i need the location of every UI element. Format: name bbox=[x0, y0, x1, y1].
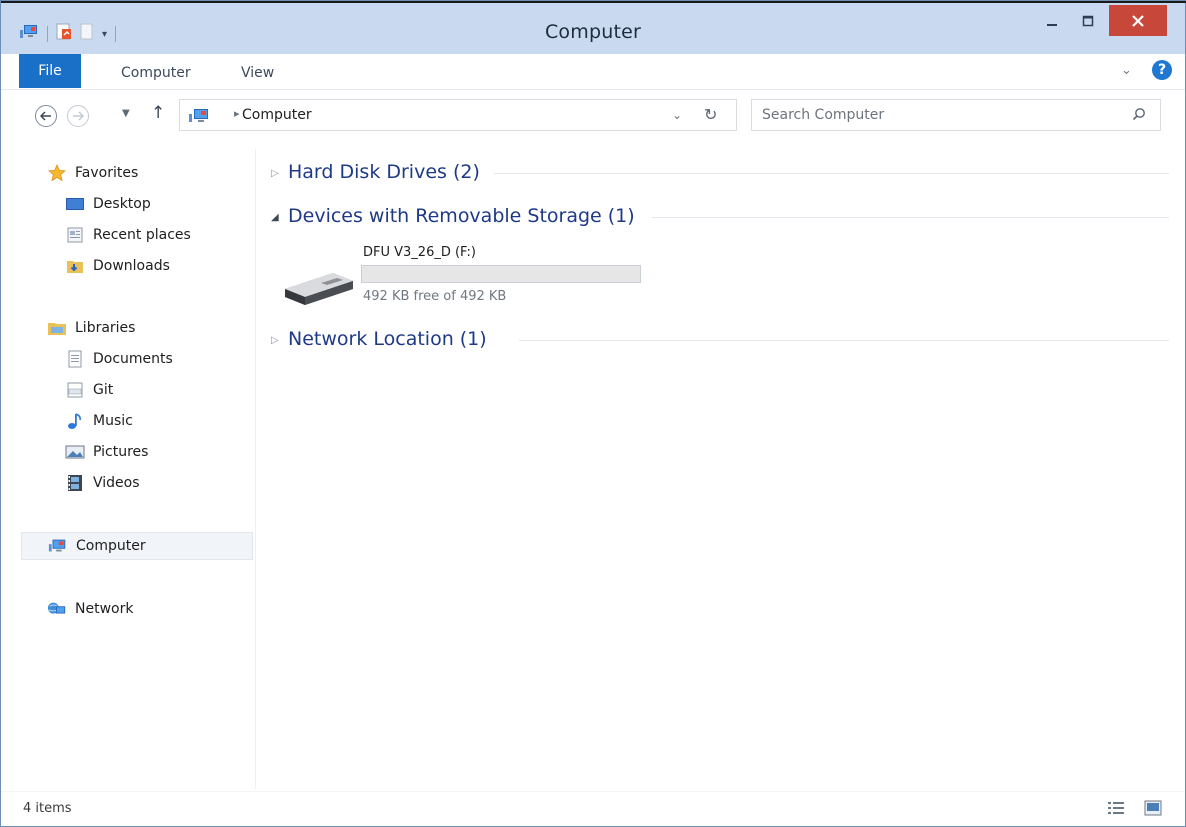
group-divider bbox=[494, 173, 1169, 174]
sidebar-item-label: Desktop bbox=[93, 196, 151, 212]
sidebar-item-downloads[interactable]: Downloads bbox=[65, 252, 170, 280]
sidebar-item-label: Documents bbox=[93, 351, 173, 367]
sidebar-item-label: Recent places bbox=[93, 227, 191, 243]
up-arrow-icon[interactable]: ↑ bbox=[151, 103, 165, 123]
documents-icon bbox=[65, 350, 85, 368]
back-button[interactable] bbox=[35, 105, 57, 127]
search-input[interactable] bbox=[762, 105, 1112, 125]
minimize-icon bbox=[1047, 23, 1057, 26]
tab-view[interactable]: View bbox=[241, 59, 274, 88]
large-icons-view-icon[interactable] bbox=[1144, 800, 1162, 820]
group-hard-disk-drives[interactable]: ▷ Hard Disk Drives (2) bbox=[257, 159, 1169, 189]
sidebar-item-videos[interactable]: Videos bbox=[65, 469, 140, 497]
tab-file[interactable]: File bbox=[19, 54, 81, 88]
sidebar-item-favorites[interactable]: Favorites bbox=[47, 159, 138, 187]
group-network-location[interactable]: ▷ Network Location (1) bbox=[257, 326, 1169, 356]
ribbon: File Computer View ⌄ ? bbox=[1, 54, 1185, 90]
sidebar-item-network[interactable]: Network bbox=[47, 595, 133, 623]
pictures-icon bbox=[65, 443, 85, 461]
sidebar-item-label: Music bbox=[93, 413, 133, 429]
breadcrumb-computer[interactable]: Computer bbox=[242, 107, 312, 123]
group-removable-storage[interactable]: ◢ Devices with Removable Storage (1) bbox=[257, 203, 1169, 233]
sidebar-item-label: Computer bbox=[76, 538, 146, 554]
close-button[interactable] bbox=[1109, 5, 1167, 36]
recent-locations-chevron-icon[interactable]: ▼ bbox=[122, 108, 130, 119]
drive-item[interactable]: DFU V3_26_D (F:) 492 KB free of 492 KB bbox=[281, 245, 661, 315]
status-bar: 4 items bbox=[1, 791, 1185, 826]
recent-places-icon bbox=[65, 226, 85, 244]
refresh-icon[interactable]: ↻ bbox=[704, 105, 717, 124]
navigation-pane: Favorites Desktop Recent places Download… bbox=[1, 149, 256, 789]
explorer-window: ▾ Computer File Computer View ⌄ ? ▼ ↑ ▸ … bbox=[0, 0, 1186, 827]
git-library-icon bbox=[65, 381, 85, 399]
tab-computer[interactable]: Computer bbox=[121, 59, 191, 88]
sidebar-item-libraries[interactable]: Libraries bbox=[47, 314, 135, 342]
group-title[interactable]: Network Location (1) bbox=[288, 328, 487, 350]
collapsed-chevron-icon[interactable]: ▷ bbox=[271, 168, 279, 179]
network-icon bbox=[47, 600, 67, 618]
forward-button[interactable] bbox=[67, 105, 89, 127]
back-arrow-icon bbox=[39, 111, 51, 121]
window-title: Computer bbox=[544, 21, 642, 43]
drive-name: DFU V3_26_D (F:) bbox=[363, 245, 476, 260]
removable-drive-icon bbox=[281, 267, 355, 313]
group-title[interactable]: Devices with Removable Storage (1) bbox=[288, 205, 635, 227]
sidebar-item-documents[interactable]: Documents bbox=[65, 345, 173, 373]
sidebar-item-recent-places[interactable]: Recent places bbox=[65, 221, 191, 249]
search-icon[interactable] bbox=[1132, 107, 1146, 125]
navigation-bar: ▼ ↑ ▸ Computer ⌄ ↻ bbox=[1, 93, 1185, 137]
address-bar[interactable]: ▸ Computer ⌄ ↻ bbox=[179, 99, 737, 131]
videos-icon bbox=[65, 474, 85, 492]
sidebar-item-pictures[interactable]: Pictures bbox=[65, 438, 148, 466]
drive-free-space: 492 KB free of 492 KB bbox=[363, 289, 507, 304]
close-icon bbox=[1132, 14, 1144, 27]
maximize-button[interactable] bbox=[1071, 5, 1105, 36]
computer-icon bbox=[48, 537, 68, 555]
forward-arrow-icon bbox=[73, 111, 85, 121]
sidebar-item-music[interactable]: Music bbox=[65, 407, 133, 435]
help-icon[interactable]: ? bbox=[1152, 60, 1172, 80]
search-box[interactable] bbox=[751, 99, 1161, 131]
content-pane: ▷ Hard Disk Drives (2) ◢ Devices with Re… bbox=[257, 149, 1185, 789]
group-divider bbox=[519, 340, 1169, 341]
computer-icon bbox=[188, 108, 214, 128]
details-view-icon[interactable] bbox=[1107, 800, 1125, 820]
sidebar-item-label: Videos bbox=[93, 475, 140, 491]
sidebar-item-label: Favorites bbox=[75, 165, 139, 181]
address-history-chevron-icon[interactable]: ⌄ bbox=[672, 108, 682, 122]
maximize-icon bbox=[1082, 15, 1094, 26]
libraries-icon bbox=[47, 319, 67, 337]
title-bar: ▾ Computer bbox=[1, 3, 1185, 54]
minimize-button[interactable] bbox=[1035, 5, 1069, 36]
expand-ribbon-chevron-icon[interactable]: ⌄ bbox=[1121, 63, 1132, 78]
group-divider bbox=[652, 217, 1169, 218]
desktop-icon bbox=[65, 195, 85, 213]
star-icon bbox=[47, 164, 67, 182]
sidebar-item-label: Downloads bbox=[93, 258, 170, 274]
sidebar-item-label: Libraries bbox=[75, 320, 136, 336]
sidebar-item-label: Git bbox=[93, 382, 114, 398]
drive-usage-bar bbox=[361, 265, 641, 283]
expanded-chevron-icon[interactable]: ◢ bbox=[271, 212, 279, 223]
music-note-icon bbox=[65, 412, 85, 430]
collapsed-chevron-icon[interactable]: ▷ bbox=[271, 335, 279, 346]
sidebar-item-desktop[interactable]: Desktop bbox=[65, 190, 151, 218]
item-count: 4 items bbox=[23, 801, 72, 816]
breadcrumb-chevron-icon[interactable]: ▸ bbox=[234, 107, 240, 120]
downloads-folder-icon bbox=[65, 257, 85, 275]
sidebar-item-computer[interactable]: Computer bbox=[21, 532, 253, 560]
sidebar-item-label: Pictures bbox=[93, 444, 149, 460]
sidebar-item-git[interactable]: Git bbox=[65, 376, 113, 404]
sidebar-item-label: Network bbox=[75, 601, 134, 617]
group-title[interactable]: Hard Disk Drives (2) bbox=[288, 161, 480, 183]
